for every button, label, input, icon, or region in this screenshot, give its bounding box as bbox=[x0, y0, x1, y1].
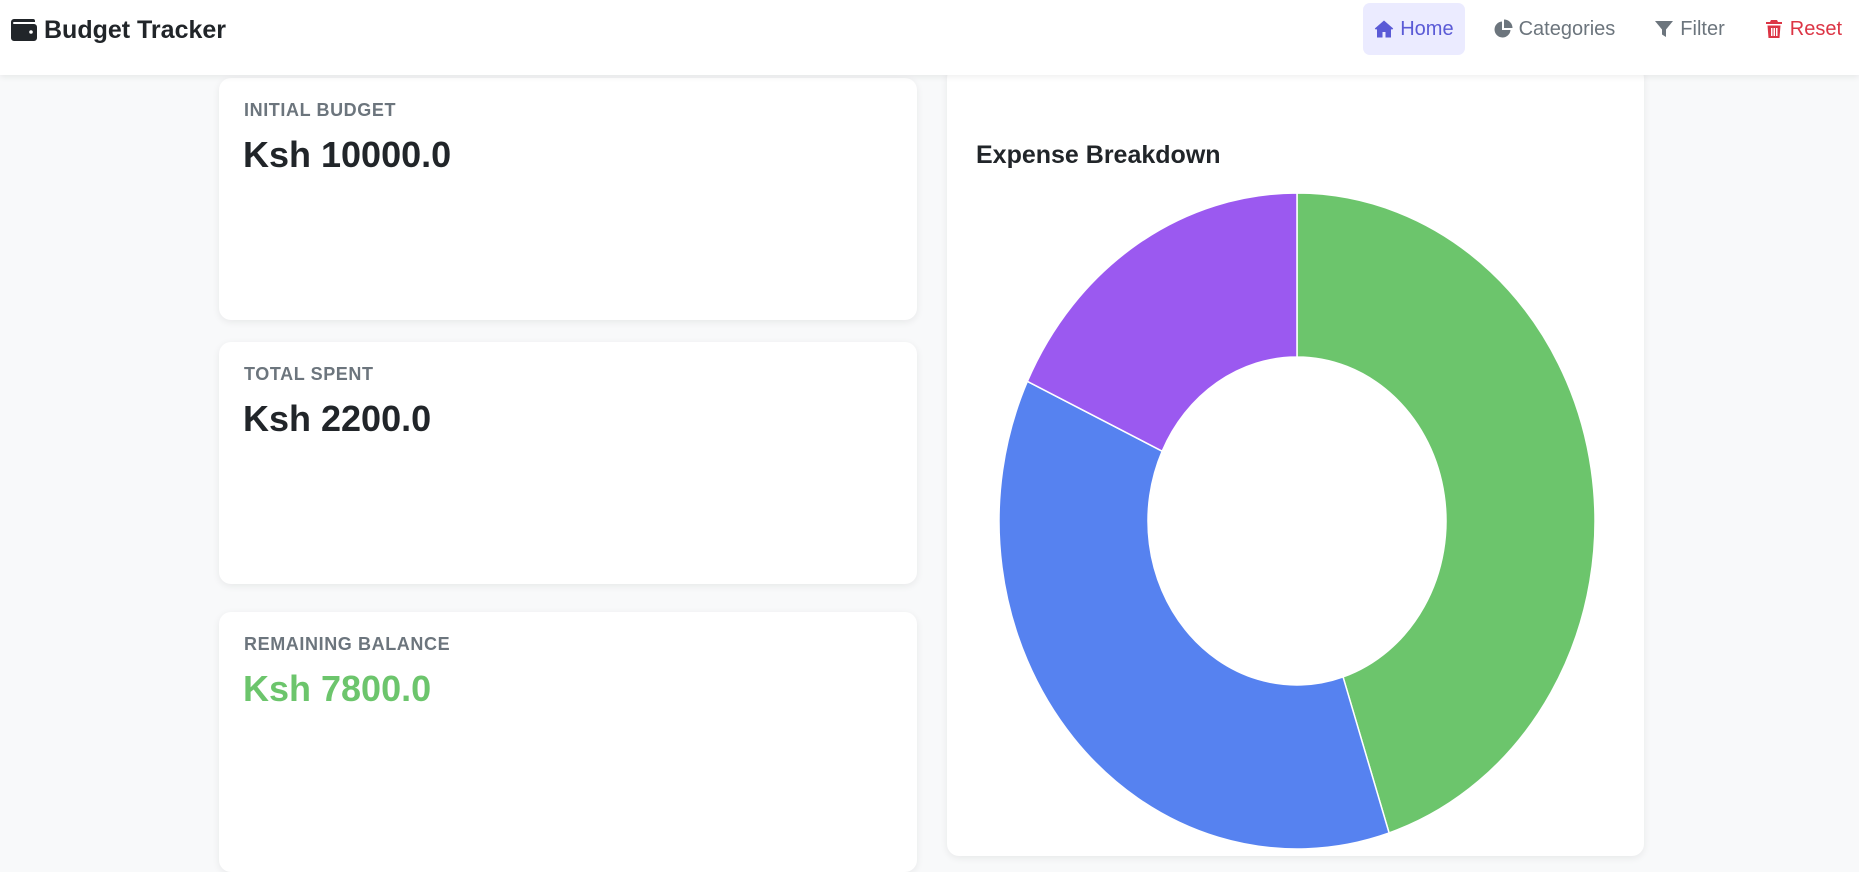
nav-filter-label: Filter bbox=[1680, 17, 1725, 40]
initial-budget-label: INITIAL BUDGET bbox=[244, 100, 397, 120]
remaining-balance-value: Ksh 7800.0 bbox=[243, 668, 432, 709]
total-spent-card: TOTAL SPENT Ksh 2200.0 bbox=[219, 342, 917, 584]
nav-home[interactable]: Home bbox=[1363, 3, 1465, 55]
pie-chart-icon bbox=[1494, 19, 1513, 38]
expense-chart-card: Expense Breakdown bbox=[947, 66, 1644, 856]
remaining-balance-card: REMAINING BALANCE Ksh 7800.0 bbox=[219, 612, 917, 872]
nav-categories-label: Categories bbox=[1518, 17, 1616, 40]
initial-budget-card: INITIAL BUDGET Ksh 10000.0 bbox=[219, 78, 917, 320]
initial-budget-value: Ksh 10000.0 bbox=[243, 134, 452, 175]
total-spent-value: Ksh 2200.0 bbox=[243, 398, 432, 439]
nav-filter[interactable]: Filter bbox=[1643, 3, 1735, 55]
wallet-icon bbox=[11, 19, 37, 41]
donut-slice-1[interactable] bbox=[998, 380, 1391, 850]
trash-icon bbox=[1765, 20, 1782, 38]
brand[interactable]: Budget Tracker bbox=[11, 14, 226, 46]
home-icon bbox=[1375, 20, 1394, 38]
nav-menu: Home Categories Filter Reset bbox=[1363, 3, 1859, 55]
nav-reset-label: Reset bbox=[1789, 17, 1842, 40]
nav-home-label: Home bbox=[1400, 17, 1454, 40]
nav-categories[interactable]: Categories bbox=[1482, 3, 1627, 55]
nav-reset[interactable]: Reset bbox=[1753, 3, 1853, 55]
navbar: Budget Tracker Home Categories Filter Re… bbox=[0, 0, 1859, 75]
filter-icon bbox=[1655, 21, 1674, 37]
app-title: Budget Tracker bbox=[44, 15, 227, 44]
total-spent-label: TOTAL SPENT bbox=[244, 364, 374, 384]
remaining-balance-label: REMAINING BALANCE bbox=[244, 634, 451, 654]
expense-donut-chart bbox=[998, 192, 1596, 850]
